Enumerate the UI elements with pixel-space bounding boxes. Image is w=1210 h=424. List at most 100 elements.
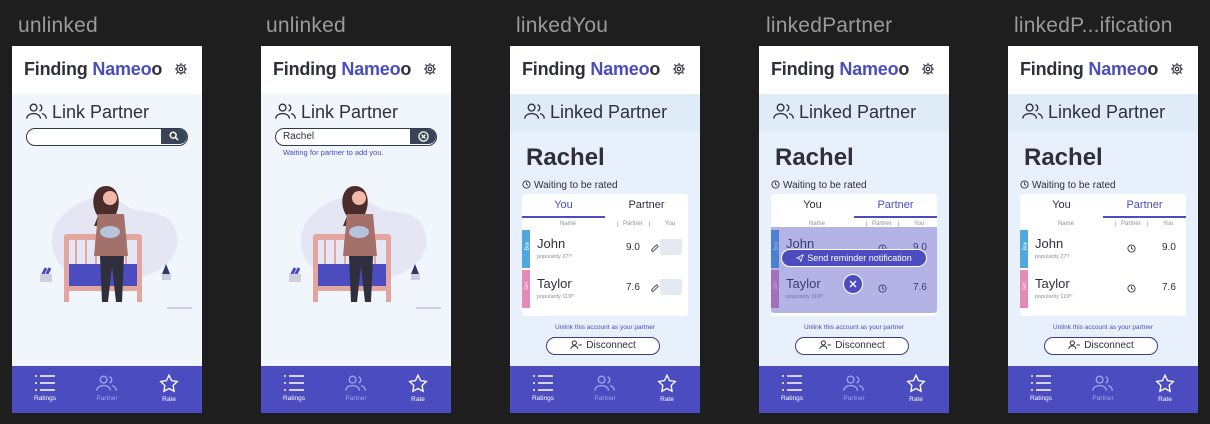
app-header: Finding Nameoo bbox=[510, 46, 700, 94]
edit-icon[interactable] bbox=[651, 284, 659, 292]
popularity: popularity 119ᵗʰ bbox=[537, 294, 575, 300]
users-icon bbox=[773, 103, 794, 119]
search-button[interactable] bbox=[161, 129, 187, 144]
app-header: Finding Nameoo bbox=[1008, 46, 1198, 94]
star-icon bbox=[657, 374, 677, 393]
partner-name: Rachel bbox=[775, 144, 854, 171]
nav-ratings[interactable]: Ratings bbox=[767, 374, 817, 410]
star-icon bbox=[159, 374, 179, 393]
nav-rate[interactable]: Rate bbox=[891, 374, 941, 410]
tab-partner[interactable]: Partner bbox=[605, 199, 688, 211]
clear-button[interactable] bbox=[410, 129, 436, 144]
rating-status: Waiting to be rated bbox=[1020, 180, 1116, 191]
phone-screen-unlinked: Finding Nameoo Link Partner Ratings Part… bbox=[12, 46, 202, 413]
partner-name: Rachel bbox=[1024, 144, 1103, 171]
nav-rate[interactable]: Rate bbox=[393, 374, 443, 410]
clock-icon bbox=[1127, 244, 1136, 253]
frame-label: linkedPartner bbox=[766, 14, 893, 37]
table-row[interactable]: Girl Taylor popularity 119ᵗʰ 7.6 bbox=[522, 270, 688, 308]
column-divider bbox=[617, 221, 618, 227]
nav-partner[interactable]: Partner bbox=[1078, 374, 1128, 410]
nav-rate[interactable]: Rate bbox=[1140, 374, 1190, 410]
search-input[interactable]: Rachel bbox=[275, 128, 437, 146]
unlink-caption: Unlink this account as your partner bbox=[1052, 324, 1154, 331]
edit-icon[interactable] bbox=[651, 244, 659, 252]
nav-partner[interactable]: Partner bbox=[580, 374, 630, 410]
app-header: Finding Nameoo bbox=[12, 46, 202, 94]
nav-partner[interactable]: Partner bbox=[829, 374, 879, 410]
section-title: Link Partner bbox=[52, 102, 150, 122]
column-header-partner: Partner bbox=[623, 221, 643, 227]
sex-indicator-boy: Boy bbox=[1020, 230, 1028, 268]
section-header: Linked Partner bbox=[1008, 94, 1198, 132]
popularity: popularity 27ᵗʰ bbox=[1035, 254, 1070, 260]
gear-icon[interactable] bbox=[672, 62, 686, 76]
active-tab-indicator bbox=[854, 216, 937, 218]
names-table-card: You Partner Name Partner You Boy John po… bbox=[771, 194, 937, 316]
send-reminder-button[interactable]: Send reminder notification bbox=[781, 249, 927, 267]
bottom-navigation: Ratings Partner Rate bbox=[12, 366, 202, 413]
users-icon bbox=[26, 103, 47, 119]
names-table-card: You Partner Name Partner You Boy John po… bbox=[522, 194, 688, 316]
nav-rate[interactable]: Rate bbox=[642, 374, 692, 410]
users-icon bbox=[96, 375, 117, 391]
gear-icon[interactable] bbox=[423, 62, 437, 76]
popularity: popularity 27ᵗʰ bbox=[537, 254, 572, 260]
gear-icon[interactable] bbox=[174, 62, 188, 76]
nav-ratings[interactable]: Ratings bbox=[1016, 374, 1066, 410]
section-title: Linked Partner bbox=[550, 102, 668, 122]
user-minus-icon bbox=[570, 340, 583, 350]
tab-partner[interactable]: Partner bbox=[854, 199, 937, 211]
partner-score: 9.0 bbox=[1162, 242, 1176, 253]
search-icon bbox=[169, 131, 179, 141]
app-title: Finding Nameoo bbox=[273, 59, 412, 79]
nav-partner[interactable]: Partner bbox=[82, 374, 132, 410]
table-row[interactable]: Girl Taylor popularity 119ᵗʰ 7.6 bbox=[1020, 270, 1186, 308]
app-header: Finding Nameoo bbox=[261, 46, 451, 94]
disconnect-button[interactable]: Disconnect bbox=[546, 337, 660, 355]
sex-indicator-girl: Girl bbox=[522, 270, 530, 308]
close-overlay-button[interactable] bbox=[843, 274, 863, 294]
baby-name: Taylor bbox=[537, 276, 572, 291]
gear-icon[interactable] bbox=[921, 62, 935, 76]
active-tab-indicator bbox=[522, 216, 605, 218]
section-header: Linked Partner bbox=[759, 94, 949, 132]
popularity: popularity 119ᵗʰ bbox=[1035, 294, 1073, 300]
phone-screen-linked-notification: Finding Nameoo Linked Partner Rachel Wai… bbox=[1008, 46, 1198, 413]
user-minus-icon bbox=[819, 340, 832, 350]
column-divider bbox=[1147, 221, 1148, 227]
nav-ratings[interactable]: Ratings bbox=[269, 374, 319, 410]
sex-indicator-girl: Girl bbox=[1020, 270, 1028, 308]
phone-screen-unlinked-searching: Finding Nameoo Link Partner Rachel Waiti… bbox=[261, 46, 451, 413]
names-table-card: You Partner Name Partner You Boy John po… bbox=[1020, 194, 1186, 316]
tab-you[interactable]: You bbox=[522, 199, 605, 211]
baby-name: John bbox=[537, 236, 566, 251]
your-score-empty[interactable] bbox=[660, 239, 682, 255]
list-icon bbox=[35, 375, 55, 391]
unlink-caption: Unlink this account as your partner bbox=[554, 324, 656, 331]
nav-ratings[interactable]: Ratings bbox=[518, 374, 568, 410]
tab-bar: You Partner bbox=[522, 194, 688, 218]
sex-indicator-boy: Boy bbox=[522, 230, 530, 268]
nav-partner[interactable]: Partner bbox=[331, 374, 381, 410]
waiting-hint: Waiting for partner to add you. bbox=[283, 148, 384, 157]
your-score-empty[interactable] bbox=[660, 279, 682, 295]
mother-crib-illustration bbox=[289, 186, 441, 309]
disconnect-button[interactable]: Disconnect bbox=[795, 337, 909, 355]
nav-rate[interactable]: Rate bbox=[144, 374, 194, 410]
section-title: Linked Partner bbox=[1048, 102, 1166, 122]
column-header-name: Name bbox=[560, 221, 577, 227]
list-icon bbox=[782, 375, 802, 391]
table-row[interactable]: Boy John popularity 27ᵗʰ 9.0 bbox=[522, 230, 688, 268]
table-row[interactable]: Boy John popularity 27ᵗʰ 9.0 bbox=[1020, 230, 1186, 268]
gear-icon[interactable] bbox=[1170, 62, 1184, 76]
disconnect-button[interactable]: Disconnect bbox=[1044, 337, 1158, 355]
tab-you[interactable]: You bbox=[1020, 199, 1103, 211]
tab-you[interactable]: You bbox=[771, 199, 854, 211]
search-input[interactable] bbox=[26, 128, 188, 146]
tab-partner[interactable]: Partner bbox=[1103, 199, 1186, 211]
nav-ratings[interactable]: Ratings bbox=[20, 374, 70, 410]
partner-score: 7.6 bbox=[626, 282, 640, 293]
mother-crib-illustration bbox=[40, 186, 192, 309]
clock-icon bbox=[771, 180, 780, 189]
